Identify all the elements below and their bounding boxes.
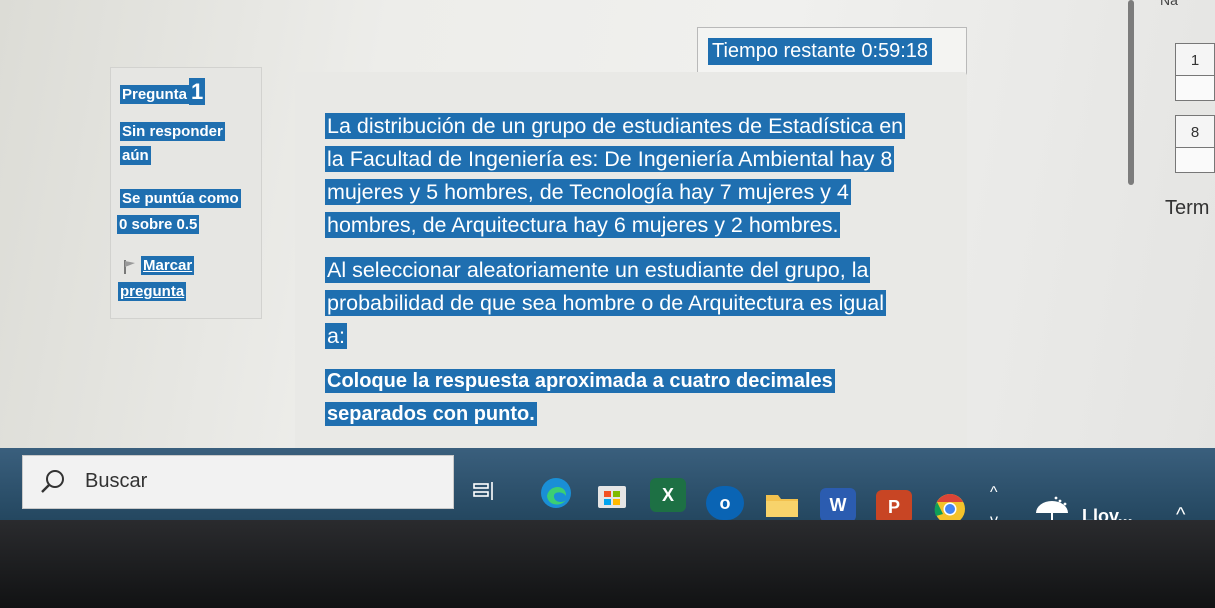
- monitor-bezel: [0, 520, 1215, 608]
- question-number: 1: [189, 78, 206, 105]
- store-icon[interactable]: [594, 478, 630, 512]
- weather-label[interactable]: Llov...: [1082, 506, 1133, 520]
- search-placeholder: Buscar: [85, 470, 148, 492]
- edge-icon[interactable]: [538, 476, 574, 510]
- question-paragraph-1: La distribución de un grupo de estudiant…: [325, 110, 906, 242]
- timer-label: Tiempo restante 0:59:18: [708, 38, 933, 65]
- nav-question-1[interactable]: 1: [1175, 43, 1215, 101]
- scrollbar[interactable]: [1128, 0, 1134, 185]
- show-hidden-icons-chevron-icon[interactable]: ^: [1176, 504, 1185, 520]
- task-view-icon[interactable]: [466, 474, 502, 508]
- search-icon: [41, 470, 64, 493]
- tray-chevron-up-icon[interactable]: ^: [990, 484, 998, 502]
- flag-question-link[interactable]: Marcar: [141, 256, 195, 275]
- finish-attempt-link[interactable]: Term: [1165, 197, 1209, 220]
- taskbar-search[interactable]: Buscar: [22, 455, 454, 509]
- status-line-2: aún: [120, 146, 151, 165]
- question-label: Pregunta: [120, 85, 190, 104]
- chrome-icon[interactable]: [932, 492, 968, 520]
- question-line: a:: [325, 323, 347, 349]
- flag-question-link-2[interactable]: pregunta: [118, 282, 187, 301]
- score-line-1: Se puntúa como: [120, 189, 241, 208]
- nav-question-1-state: [1176, 75, 1214, 100]
- nav-question-8-label: 8: [1190, 124, 1200, 141]
- screen: Tiempo restante 0:59:18 Na 1 8 Term Preg…: [0, 0, 1215, 520]
- nav-title-fragment: Na: [1160, 0, 1178, 8]
- question-line: la Facultad de Ingeniería es: De Ingenie…: [325, 146, 895, 172]
- question-paragraph-2: Al seleccionar aleatoriamente un estudia…: [325, 254, 886, 353]
- nav-question-8-state: [1176, 147, 1214, 172]
- tray-chevron-down-icon[interactable]: v: [990, 512, 998, 520]
- question-info-panel: Pregunta 1 Sin responder aún Se puntúa co…: [110, 67, 262, 319]
- excel-icon[interactable]: X: [650, 478, 686, 512]
- question-line: mujeres y 5 hombres, de Tecnología hay 7…: [325, 179, 851, 205]
- instruction-line: Coloque la respuesta aproximada a cuatro…: [325, 369, 835, 393]
- nav-question-8[interactable]: 8: [1175, 115, 1215, 173]
- file-explorer-icon[interactable]: [764, 488, 800, 520]
- question-line: probabilidad de que sea hombre o de Arqu…: [325, 290, 886, 316]
- question-line: La distribución de un grupo de estudiant…: [325, 113, 906, 139]
- word-icon[interactable]: W: [820, 488, 856, 520]
- question-line: Al seleccionar aleatoriamente un estudia…: [325, 257, 871, 283]
- timer-box: Tiempo restante 0:59:18: [697, 27, 967, 75]
- question-line: hombres, de Arquitectura hay 6 mujeres y…: [325, 212, 841, 238]
- powerpoint-icon[interactable]: P: [876, 490, 912, 520]
- instruction-line: separados con punto.: [325, 402, 537, 426]
- question-instruction: Coloque la respuesta aproximada a cuatro…: [325, 365, 835, 431]
- question-card: La distribución de un grupo de estudiant…: [295, 72, 967, 452]
- nav-question-1-label: 1: [1190, 52, 1200, 69]
- flag-icon[interactable]: [123, 259, 137, 275]
- umbrella-weather-icon[interactable]: [1032, 495, 1072, 520]
- score-line-2: 0 sobre 0.5: [117, 215, 200, 234]
- outlook-icon[interactable]: o: [706, 486, 744, 520]
- status-line-1: Sin responder: [120, 122, 225, 141]
